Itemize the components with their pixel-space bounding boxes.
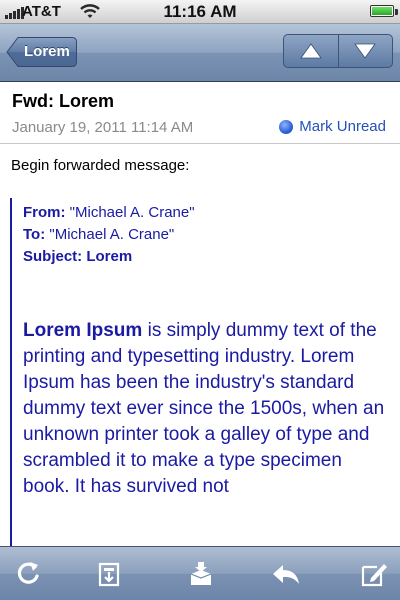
status-bar: AT&T 11:16 AM: [0, 0, 400, 24]
subject-label: Subject:: [23, 248, 83, 265]
subject-value: Lorem: [86, 248, 133, 265]
reply-icon[interactable]: [271, 559, 301, 589]
delete-icon[interactable]: [186, 559, 216, 589]
forwarded-headers: From: "Michael A. Crane" To: "Michael A.…: [23, 204, 393, 270]
quote-bar: [10, 198, 12, 558]
forwarded-from: From: "Michael A. Crane": [23, 204, 393, 222]
message-body: Lorem Ipsum is simply dummy text of the …: [23, 318, 393, 500]
from-value[interactable]: "Michael A. Crane": [70, 204, 195, 221]
back-button-label: Lorem: [24, 43, 70, 60]
battery-icon: [370, 5, 394, 17]
forward-intro: Begin forwarded message:: [11, 157, 190, 174]
next-message-button[interactable]: [337, 35, 393, 67]
forwarded-to: To: "Michael A. Crane": [23, 226, 393, 244]
to-label: To:: [23, 226, 46, 243]
back-button[interactable]: Lorem: [6, 36, 78, 68]
message-subject: Fwd: Lorem: [12, 91, 114, 111]
compose-icon[interactable]: [359, 559, 389, 589]
battery-tip: [395, 9, 398, 15]
message-date: January 19, 2011 11:14 AM: [12, 119, 194, 136]
bottom-toolbar: [0, 546, 400, 600]
navigation-bar: Lorem: [0, 24, 400, 82]
status-clock: 11:16 AM: [163, 2, 237, 21]
from-label: From:: [23, 204, 66, 221]
body-text: is simply dummy text of the printing and…: [23, 320, 385, 497]
move-to-folder-icon[interactable]: [94, 559, 124, 589]
to-value[interactable]: "Michael A. Crane": [49, 226, 174, 243]
body-lead: Lorem Ipsum: [23, 320, 143, 341]
header-divider: [0, 143, 400, 144]
refresh-icon[interactable]: [13, 559, 43, 589]
forwarded-subject: Subject: Lorem: [23, 248, 393, 266]
unread-dot-icon: [279, 119, 294, 134]
down-arrow-icon: [354, 43, 377, 59]
up-arrow-icon: [299, 43, 322, 59]
previous-message-button[interactable]: [284, 35, 338, 67]
mark-unread-label: Mark Unread: [299, 118, 386, 135]
mark-unread-button[interactable]: Mark Unread: [279, 118, 386, 135]
message-navigation-control: [283, 34, 393, 68]
